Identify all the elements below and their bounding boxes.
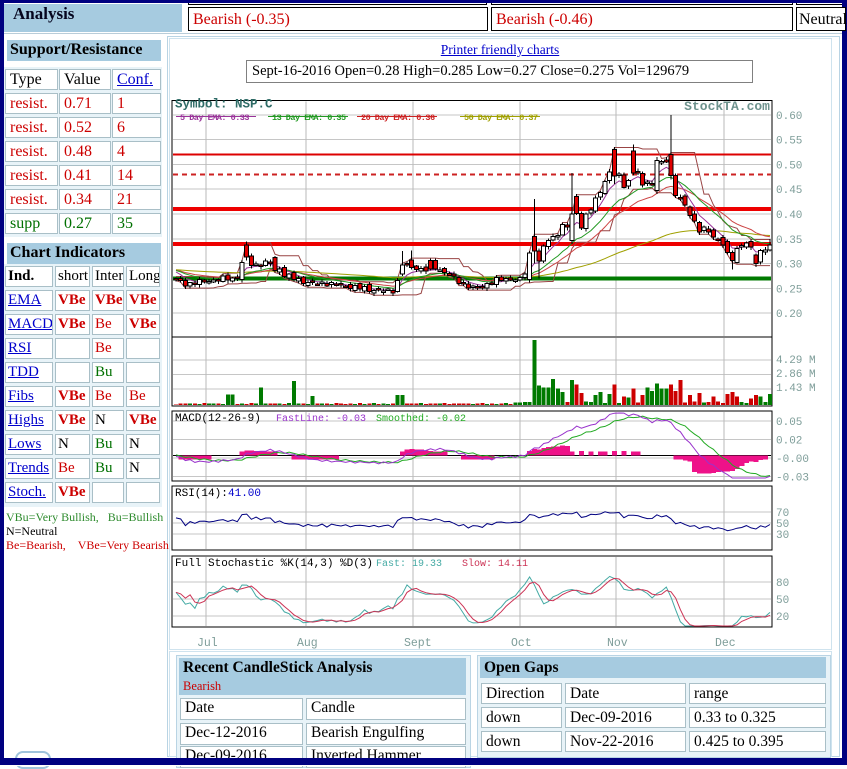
svg-text:0.02: 0.02 (776, 436, 802, 448)
svg-text:MACD(12-26-9): MACD(12-26-9) (175, 413, 261, 425)
svg-text:0.55: 0.55 (776, 136, 802, 148)
svg-text:Fast: 19.33: Fast: 19.33 (376, 559, 442, 570)
svg-text:Smoothed: -0.02: Smoothed: -0.02 (376, 413, 466, 425)
svg-text:0.40: 0.40 (776, 210, 802, 222)
svg-text:0.20: 0.20 (776, 309, 802, 321)
svg-text:0.60: 0.60 (776, 111, 802, 123)
svg-text:RSI(14):: RSI(14): (175, 488, 228, 500)
svg-text:5 Day EMA: 0.33: 5 Day EMA: 0.33 (180, 113, 249, 123)
svg-text:Nov: Nov (607, 637, 628, 650)
svg-text:-0.03: -0.03 (776, 473, 809, 485)
svg-text:Jul: Jul (197, 637, 218, 650)
svg-text:Slow: 14.11: Slow: 14.11 (462, 558, 528, 570)
svg-text:FastLine: -0.03: FastLine: -0.03 (276, 413, 366, 425)
svg-text:50: 50 (776, 595, 789, 607)
svg-text:StockTA.com: StockTA.com (684, 99, 770, 114)
svg-text:80: 80 (776, 578, 789, 590)
svg-text:0.30: 0.30 (776, 260, 802, 272)
svg-text:0.45: 0.45 (776, 185, 802, 197)
svg-text:30: 30 (776, 530, 789, 542)
svg-text:0.35: 0.35 (776, 235, 802, 247)
svg-text:1.43 M: 1.43 M (776, 383, 816, 395)
svg-text:50 Day EMA: 0.37: 50 Day EMA: 0.37 (464, 113, 538, 123)
svg-text:-0.00: -0.00 (776, 454, 809, 466)
svg-text:Oct: Oct (511, 637, 532, 650)
svg-text:Sept: Sept (404, 637, 432, 650)
svg-text:4.29 M: 4.29 M (776, 355, 816, 367)
svg-text:0.25: 0.25 (776, 284, 802, 296)
svg-text:Dec: Dec (715, 637, 736, 650)
svg-text:20: 20 (776, 612, 789, 624)
svg-text:Full Stochastic %K(14,3) %D(3): Full Stochastic %K(14,3) %D(3) (175, 558, 373, 570)
svg-text:0.05: 0.05 (776, 417, 802, 429)
svg-text:13 Day EMA: 0.35: 13 Day EMA: 0.35 (272, 113, 346, 123)
svg-text:Aug: Aug (297, 637, 318, 650)
svg-text:2.86 M: 2.86 M (776, 369, 816, 381)
svg-text:41.00: 41.00 (228, 488, 261, 500)
svg-text:0.50: 0.50 (776, 160, 802, 172)
svg-text:20 Day EMA: 0.36: 20 Day EMA: 0.36 (361, 113, 435, 123)
svg-text:Symbol: NSP.C: Symbol: NSP.C (175, 98, 273, 112)
